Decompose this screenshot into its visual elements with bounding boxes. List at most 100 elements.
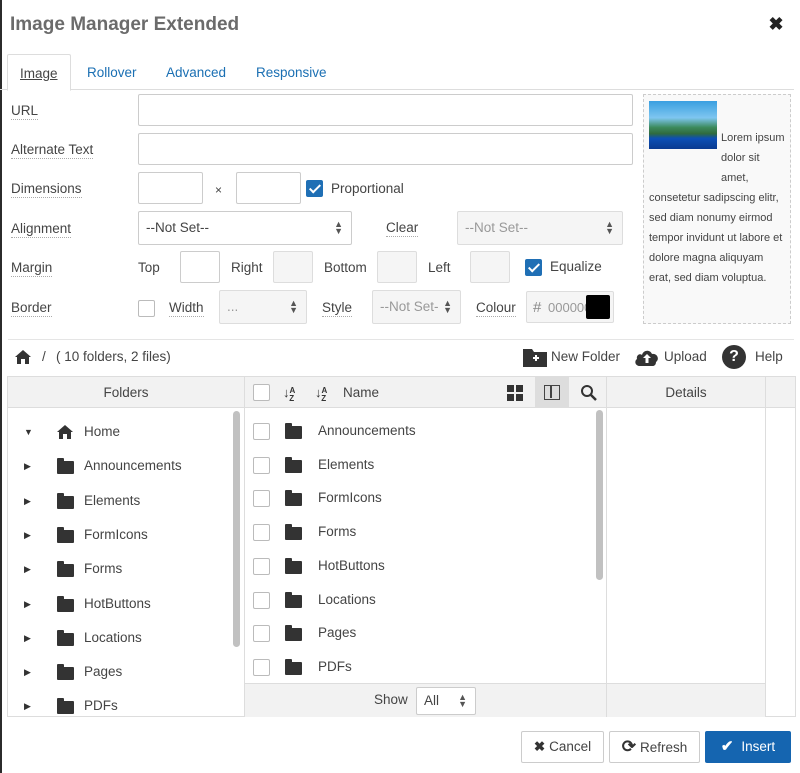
refresh-button[interactable]: ⟳ Refresh bbox=[609, 731, 700, 763]
help-icon: ? bbox=[722, 345, 746, 369]
clear-select[interactable]: --Not Set-- ▲ ▼ bbox=[457, 211, 623, 245]
alternate-text-input[interactable] bbox=[138, 133, 633, 165]
margin-left-input[interactable] bbox=[470, 251, 510, 283]
file-list-item[interactable]: Announcements bbox=[245, 418, 585, 444]
tree-item-label: FormIcons bbox=[84, 526, 148, 542]
file-list-item[interactable]: PDFs bbox=[245, 654, 585, 680]
show-select[interactable]: All ▲ ▼ bbox=[416, 687, 476, 715]
file-name: Pages bbox=[318, 625, 357, 641]
tree-item-label: Home bbox=[84, 424, 121, 439]
upload-label: Upload bbox=[664, 349, 707, 364]
margin-top-input[interactable] bbox=[180, 251, 220, 283]
border-style-select[interactable]: --Not Set-- ▲ ▼ bbox=[372, 290, 461, 324]
tree-item[interactable]: ▶ PDFs bbox=[8, 694, 228, 718]
show-label: Show bbox=[374, 692, 408, 707]
cancel-button[interactable]: ✖ Cancel bbox=[521, 731, 604, 763]
tab-rollover[interactable]: Rollover bbox=[75, 54, 149, 91]
tree-item[interactable]: ▶ Pages bbox=[8, 660, 228, 684]
caret-right-icon[interactable]: ▶ bbox=[24, 694, 31, 718]
margin-right-input[interactable] bbox=[273, 251, 313, 283]
window-frame bbox=[0, 0, 2, 773]
details-header: Details bbox=[607, 377, 765, 408]
file-list-item[interactable]: HotButtons bbox=[245, 553, 585, 579]
folder-icon bbox=[285, 591, 302, 608]
folder-icon bbox=[285, 423, 302, 439]
file-name: Locations bbox=[318, 591, 376, 607]
caret-right-icon[interactable]: ▶ bbox=[24, 592, 31, 616]
file-list-item[interactable]: Forms bbox=[245, 519, 585, 545]
tab-image[interactable]: Image bbox=[7, 54, 71, 91]
clear-value: --Not Set-- bbox=[465, 220, 529, 235]
caret-right-icon[interactable]: ▶ bbox=[24, 660, 31, 684]
select-arrows-icon: ▲ ▼ bbox=[605, 219, 614, 236]
tree-item-label: Elements bbox=[84, 492, 141, 508]
item-checkbox[interactable] bbox=[253, 524, 270, 542]
item-checkbox[interactable] bbox=[253, 625, 270, 643]
tree-item[interactable]: ▶ HotButtons bbox=[8, 592, 228, 616]
folder-summary: ( 10 folders, 2 files) bbox=[56, 349, 171, 364]
search-icon[interactable] bbox=[580, 384, 598, 402]
item-checkbox[interactable] bbox=[253, 456, 270, 474]
files-header: ↓AZ ↓AZ Name bbox=[245, 377, 606, 408]
margin-bottom-input[interactable] bbox=[377, 251, 417, 283]
folder-tree-scrollbar[interactable] bbox=[233, 411, 240, 647]
tab-responsive[interactable]: Responsive bbox=[244, 54, 339, 91]
folder-icon bbox=[57, 561, 74, 578]
file-list-footer: Show All ▲ ▼ bbox=[245, 683, 606, 717]
file-list-item[interactable]: Elements bbox=[245, 452, 585, 478]
caret-right-icon[interactable]: ▶ bbox=[24, 626, 31, 650]
height-input[interactable] bbox=[236, 172, 301, 204]
width-input[interactable] bbox=[138, 172, 203, 204]
alignment-select[interactable]: --Not Set-- ▲ ▼ bbox=[138, 211, 352, 245]
close-icon[interactable]: ✖ bbox=[766, 14, 786, 34]
grid-view-icon[interactable] bbox=[507, 385, 523, 401]
tree-item[interactable]: ▼ Home bbox=[8, 420, 228, 444]
caret-right-icon[interactable]: ▶ bbox=[24, 454, 31, 478]
tab-advanced[interactable]: Advanced bbox=[154, 54, 238, 91]
proportional-checkbox[interactable] bbox=[306, 180, 323, 197]
file-list-item[interactable]: Pages bbox=[245, 620, 585, 646]
tree-item[interactable]: ▶ Elements bbox=[8, 489, 228, 513]
file-list-scrollbar[interactable] bbox=[596, 410, 603, 580]
details-footer bbox=[607, 683, 765, 717]
details-view-icon bbox=[544, 385, 560, 400]
border-width-select[interactable]: ... ▲ ▼ bbox=[219, 290, 307, 324]
cancel-icon: ✖ bbox=[533, 739, 546, 754]
caret-right-icon[interactable]: ▶ bbox=[24, 523, 31, 547]
sort-name-icon[interactable]: ↓AZ bbox=[315, 377, 332, 410]
url-input[interactable] bbox=[138, 94, 633, 126]
equalize-checkbox[interactable] bbox=[525, 259, 542, 276]
border-label: Border bbox=[11, 300, 52, 317]
item-checkbox[interactable] bbox=[253, 490, 270, 508]
folder-icon bbox=[285, 557, 302, 574]
caret-right-icon[interactable]: ▶ bbox=[24, 557, 31, 581]
tree-item[interactable]: ▶ Locations bbox=[8, 626, 228, 650]
item-checkbox[interactable] bbox=[253, 557, 270, 575]
file-list-item[interactable]: FormIcons bbox=[245, 485, 585, 511]
file-list-item[interactable]: Locations bbox=[245, 587, 585, 613]
item-checkbox[interactable] bbox=[253, 658, 270, 676]
insert-button[interactable]: ✔ Insert bbox=[705, 731, 791, 763]
sort-ascending-icon[interactable]: ↓AZ bbox=[283, 377, 300, 410]
name-column-header[interactable]: Name bbox=[343, 377, 379, 408]
breadcrumb-root[interactable]: / bbox=[42, 346, 46, 368]
margin-top-label: Top bbox=[138, 260, 160, 275]
colour-swatch[interactable] bbox=[586, 295, 610, 319]
cancel-label: Cancel bbox=[549, 739, 592, 754]
alignment-label: Alignment bbox=[11, 221, 72, 238]
item-checkbox[interactable] bbox=[253, 423, 270, 440]
border-colour-label: Colour bbox=[476, 300, 516, 317]
caret-right-icon[interactable]: ▶ bbox=[24, 489, 31, 513]
list-view-button[interactable] bbox=[535, 377, 569, 408]
tree-item[interactable]: ▶ FormIcons bbox=[8, 523, 228, 547]
divider bbox=[8, 339, 794, 340]
tree-item[interactable]: ▶ Announcements bbox=[8, 454, 228, 478]
item-checkbox[interactable] bbox=[253, 591, 270, 609]
tree-item[interactable]: ▶ Forms bbox=[8, 557, 228, 581]
border-colour-input[interactable]: # 000000 bbox=[526, 291, 614, 323]
caret-down-icon[interactable]: ▼ bbox=[24, 420, 33, 444]
home-icon[interactable] bbox=[14, 349, 32, 365]
border-checkbox[interactable] bbox=[138, 300, 155, 317]
border-width-label: Width bbox=[169, 300, 204, 317]
select-all-checkbox[interactable] bbox=[253, 384, 270, 401]
